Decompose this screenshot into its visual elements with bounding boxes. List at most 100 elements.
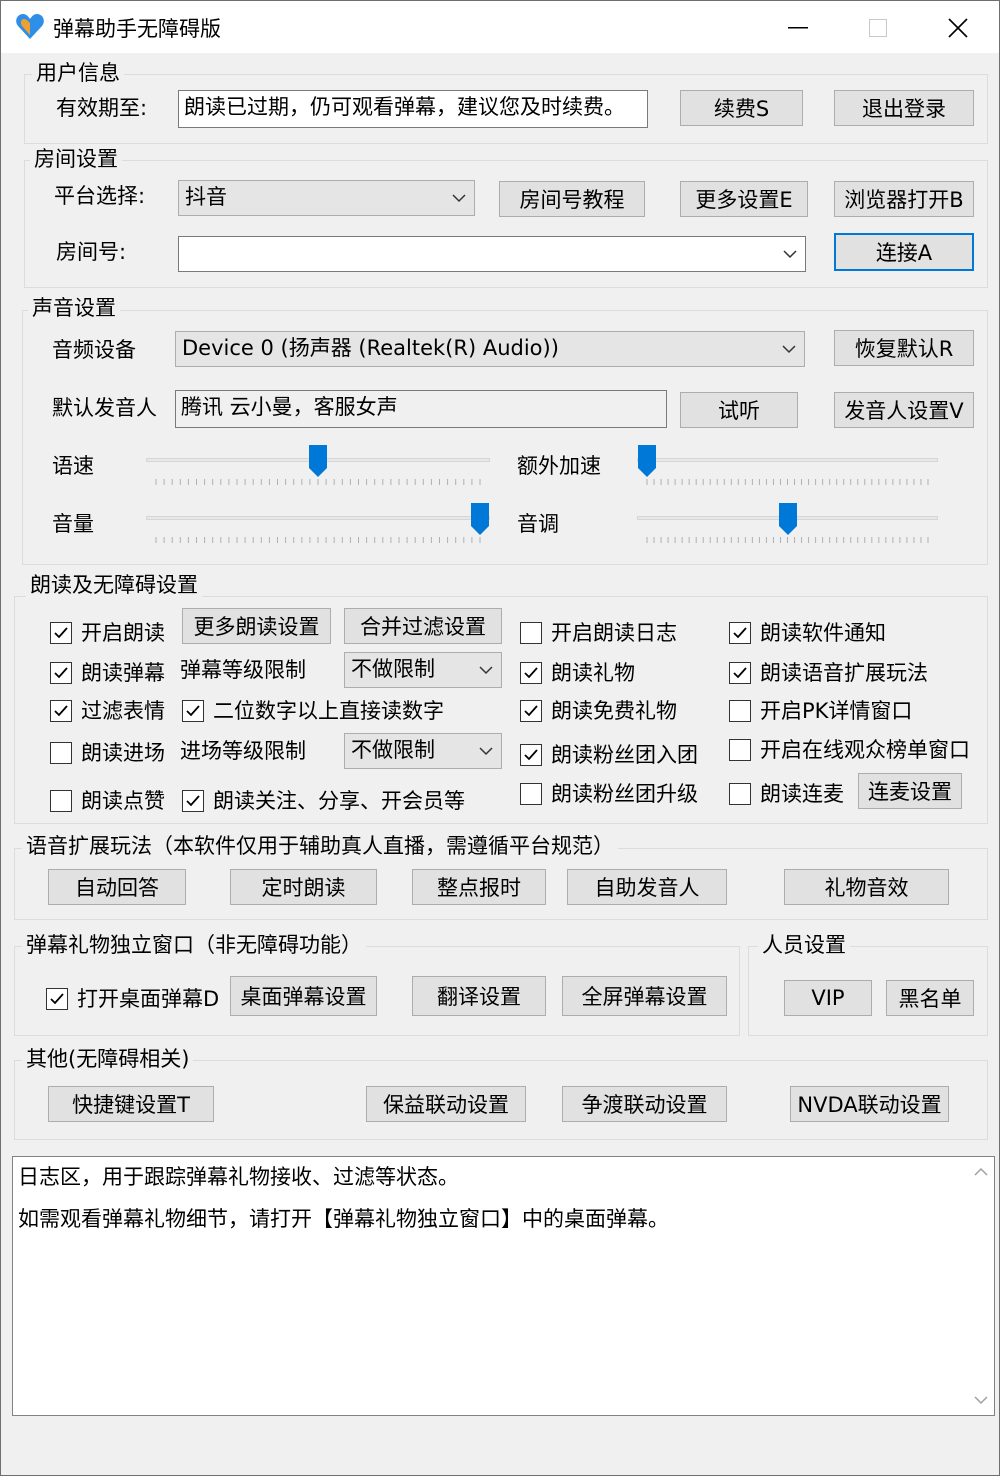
checkbox-label: 朗读软件通知 (760, 621, 886, 645)
extra-speed-slider[interactable] (637, 444, 938, 494)
slider-thumb[interactable] (470, 502, 490, 536)
checkbox-box[interactable] (520, 662, 542, 684)
danmaku-level-select[interactable]: 不做限制 (344, 652, 502, 688)
slider-thumb[interactable] (778, 502, 798, 536)
checkbox-label: 朗读点赞 (81, 789, 165, 813)
scroll-down-icon[interactable] (974, 1395, 988, 1405)
checkbox-box[interactable] (729, 700, 751, 722)
people-group-label: 人员设置 (758, 932, 850, 958)
checkbox-box[interactable] (50, 662, 72, 684)
checkbox-box[interactable] (50, 622, 72, 644)
slider-track (146, 516, 490, 520)
checkbox-box[interactable] (50, 700, 72, 722)
default-voice-field[interactable]: 腾讯 云小曼，客服女声 (175, 390, 667, 428)
gift-sound-button[interactable]: 礼物音效 (784, 869, 949, 905)
connect-button[interactable]: 连接A (834, 233, 974, 271)
app-heart-icon (16, 14, 44, 39)
checkbox-box[interactable] (729, 739, 751, 761)
minimize-button[interactable] (758, 2, 838, 54)
room-number-label: 房间号: (56, 240, 127, 264)
speed-slider[interactable] (146, 444, 490, 494)
window-title: 弹幕助手无障碍版 (53, 17, 221, 41)
checkbox-box[interactable] (182, 790, 204, 812)
translate-settings-button[interactable]: 翻译设置 (412, 976, 546, 1016)
checkbox-box[interactable] (50, 790, 72, 812)
checkbox-label: 开启在线观众榜单窗口 (760, 738, 970, 762)
checkbox-label: 朗读弹幕 (81, 661, 165, 685)
room-tutorial-button[interactable]: 房间号教程 (499, 181, 645, 217)
checkbox-box[interactable] (520, 700, 542, 722)
enter-level-select[interactable]: 不做限制 (344, 733, 502, 769)
pitch-slider[interactable] (637, 502, 938, 552)
checkbox-label: 二位数字以上直接读数字 (213, 699, 444, 723)
vip-button[interactable]: VIP (784, 980, 872, 1016)
volume-slider[interactable] (146, 502, 490, 552)
check-icon (54, 667, 68, 679)
baoyi-link-settings-button[interactable]: 保益联动设置 (366, 1086, 526, 1122)
sound-group-label: 声音设置 (28, 295, 120, 321)
title-bar: 弹幕助手无障碍版 (1, 1, 999, 53)
blacklist-button[interactable]: 黑名单 (886, 980, 974, 1016)
checkbox-label: 朗读语音扩展玩法 (760, 661, 928, 685)
log-scrollbar[interactable] (968, 1157, 994, 1415)
danmaku-level-value: 不做限制 (351, 657, 435, 681)
room-number-input[interactable] (178, 236, 806, 272)
danmaku-window-group-label: 弹幕礼物独立窗口（非无障碍功能） (22, 932, 366, 958)
check-icon (54, 627, 68, 639)
logout-button[interactable]: 退出登录 (834, 90, 974, 126)
maximize-icon (869, 19, 887, 37)
validity-field[interactable]: 朗读已过期，仍可观看弹幕，建议您及时续费。 (178, 90, 648, 128)
check-icon (54, 705, 68, 717)
checkbox-box[interactable] (729, 662, 751, 684)
log-area[interactable]: 日志区，用于跟踪弹幕礼物接收、过滤等状态。 如需观看弹幕礼物细节，请打开【弹幕礼… (12, 1156, 995, 1416)
platform-select[interactable]: 抖音 (178, 180, 475, 216)
check-icon (733, 667, 747, 679)
checkbox-label: 朗读关注、分享、开会员等 (213, 789, 465, 813)
hourly-chime-button[interactable]: 整点报时 (412, 869, 546, 905)
close-button[interactable] (918, 2, 998, 54)
checkbox-box[interactable] (182, 700, 204, 722)
nvda-link-settings-button[interactable]: NVDA联动设置 (790, 1086, 949, 1122)
auto-reply-button[interactable]: 自动回答 (48, 869, 186, 905)
zhengdu-link-settings-button[interactable]: 争渡联动设置 (562, 1086, 727, 1122)
slider-thumb[interactable] (637, 444, 657, 478)
audio-device-value: Device 0 (扬声器 (Realtek(R) Audio)) (182, 336, 559, 360)
checkbox-box[interactable] (729, 622, 751, 644)
volume-label: 音量 (52, 512, 94, 536)
merge-filter-settings-button[interactable]: 合并过滤设置 (344, 608, 502, 644)
checkbox-box[interactable] (520, 622, 542, 644)
checkbox-box[interactable] (729, 783, 751, 805)
voice-settings-button[interactable]: 发音人设置V (834, 392, 974, 428)
checkbox-box[interactable] (46, 988, 68, 1010)
checkbox-box[interactable] (50, 742, 72, 764)
checkbox-box[interactable] (520, 744, 542, 766)
checkbox-box[interactable] (520, 783, 542, 805)
desktop-danmaku-settings-button[interactable]: 桌面弹幕设置 (230, 976, 377, 1016)
slider-ticks (646, 537, 929, 543)
extra-speed-label: 额外加速 (517, 454, 601, 478)
hotkey-settings-button[interactable]: 快捷键设置T (48, 1086, 214, 1122)
platform-select-value: 抖音 (185, 185, 227, 209)
restore-default-button[interactable]: 恢复默认R (834, 330, 974, 366)
mic-settings-button[interactable]: 连麦设置 (858, 773, 962, 809)
audio-device-select[interactable]: Device 0 (扬声器 (Realtek(R) Audio)) (175, 331, 805, 367)
checkbox-label: 朗读礼物 (551, 661, 635, 685)
maximize-button[interactable] (838, 2, 918, 54)
listen-button[interactable]: 试听 (680, 392, 798, 428)
more-reading-settings-button[interactable]: 更多朗读设置 (182, 608, 331, 644)
scroll-up-icon[interactable] (974, 1167, 988, 1177)
slider-thumb[interactable] (308, 444, 328, 478)
checkbox-label: 开启朗读 (81, 621, 165, 645)
self-voice-button[interactable]: 自助发音人 (567, 869, 727, 905)
browser-open-button[interactable]: 浏览器打开B (834, 181, 974, 217)
timed-reading-button[interactable]: 定时朗读 (230, 869, 377, 905)
check-icon (524, 667, 538, 679)
chevron-down-icon (783, 250, 797, 259)
more-settings-button[interactable]: 更多设置E (680, 181, 808, 217)
close-icon (948, 18, 968, 38)
checkbox-label: 开启朗读日志 (551, 621, 677, 645)
renew-button[interactable]: 续费S (680, 90, 803, 126)
fullscreen-danmaku-settings-button[interactable]: 全屏弹幕设置 (562, 976, 727, 1016)
checkbox-label: 过滤表情 (81, 699, 165, 723)
slider-ticks (155, 479, 481, 485)
